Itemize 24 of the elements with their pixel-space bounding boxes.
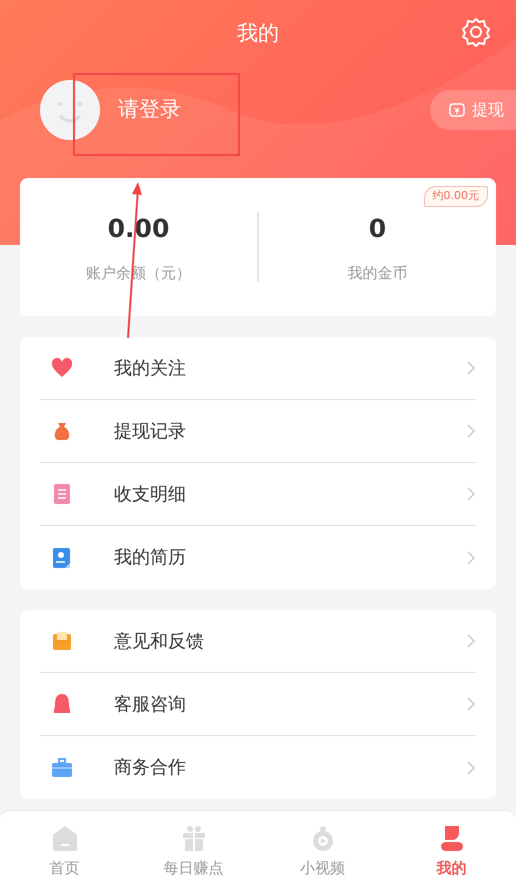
briefcase-icon	[50, 756, 74, 780]
chevron-icon	[466, 760, 476, 776]
menu-item[interactable]: 意见和反馈	[40, 610, 476, 673]
settings-icon[interactable]	[460, 16, 492, 48]
page-title: 我的	[237, 21, 279, 45]
wallet-icon	[448, 101, 466, 119]
chevron-icon	[466, 550, 476, 566]
stat-label: 我的金币	[346, 262, 408, 284]
menu-item[interactable]: 我的关注	[40, 337, 476, 400]
estimate-tag: 约0.00元	[424, 186, 488, 206]
chevron-icon	[466, 486, 476, 502]
chevron-icon	[466, 633, 476, 649]
heart-icon	[50, 356, 74, 380]
chevron-icon	[466, 360, 476, 376]
menu-item[interactable]: 提现记录	[40, 400, 476, 463]
menu-item[interactable]: 我的简历	[40, 526, 476, 589]
menu-item[interactable]: 商务合作	[40, 736, 476, 799]
stat-value: 0	[368, 213, 388, 245]
menu-item[interactable]: 客服咨询	[40, 673, 476, 736]
envelope-icon	[50, 629, 74, 653]
chevron-icon	[466, 423, 476, 439]
chevron-icon	[466, 696, 476, 712]
menu-item[interactable]: 收支明细	[40, 463, 476, 526]
avatar-icon[interactable]	[40, 80, 100, 140]
